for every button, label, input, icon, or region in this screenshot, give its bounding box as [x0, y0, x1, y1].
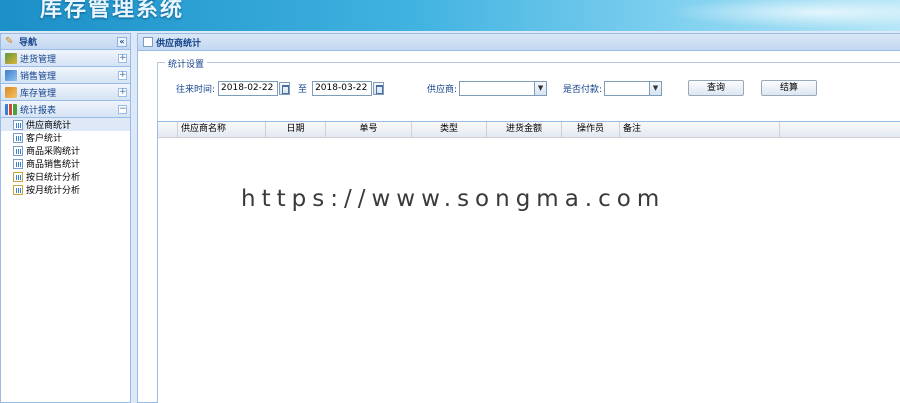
nav-item-label: 按日统计分析 — [26, 173, 81, 183]
expand-icon[interactable]: + — [118, 70, 127, 80]
app-title: 库存管理系统 — [40, 0, 185, 22]
nav-item-sales-stats[interactable]: 商品销售统计 — [1, 157, 130, 170]
header-decoration — [640, 0, 900, 31]
report-icon — [13, 145, 23, 156]
column-header[interactable]: 进货金额 — [487, 122, 562, 137]
column-header[interactable]: 日期 — [266, 122, 326, 137]
analysis-icon — [13, 171, 23, 182]
nav-item-supplier-stats[interactable]: 供应商统计 — [1, 118, 130, 131]
settle-button[interactable]: 结算 — [761, 80, 817, 96]
column-header[interactable]: 单号 — [326, 122, 412, 137]
paid-filter: 是否付款: ▼ — [563, 80, 663, 96]
nav-group-sales[interactable]: 销售管理 + — [1, 67, 130, 84]
supplier-label: 供应商: — [427, 84, 458, 95]
paid-select[interactable]: ▼ — [604, 80, 663, 96]
nav-header: ✎ 导航 « — [1, 34, 130, 50]
supplier-select[interactable]: ▼ — [459, 80, 548, 96]
calendar-icon[interactable] — [279, 81, 291, 95]
watermark-text: https://www.songma.com — [241, 186, 666, 212]
nav-item-label: 按月统计分析 — [26, 186, 81, 196]
paid-value — [605, 82, 649, 95]
to-label: 至 — [298, 84, 308, 95]
column-header[interactable]: 备注 — [620, 122, 780, 137]
analysis-icon — [13, 184, 23, 195]
date-to-field[interactable]: 2018-03-22 — [312, 80, 373, 96]
expand-icon[interactable]: + — [118, 53, 127, 63]
nav-group-label: 销售管理 — [20, 71, 57, 82]
collapse-icon[interactable]: − — [118, 104, 127, 114]
supplier-value — [460, 82, 534, 95]
nav-group-inventory[interactable]: 库存管理 + — [1, 84, 130, 101]
sales-icon — [5, 69, 17, 81]
date-range: 往来时间: 2018-02-22 至 2018-03-22 — [176, 80, 385, 96]
nav-item-daily-analysis[interactable]: 按日统计分析 — [1, 170, 130, 183]
date-from-field[interactable]: 2018-02-22 — [218, 80, 279, 96]
nav-item-monthly-analysis[interactable]: 按月统计分析 — [1, 183, 130, 196]
collapse-nav-button[interactable]: « — [117, 36, 127, 47]
chevron-down-icon[interactable]: ▼ — [534, 81, 547, 95]
column-header[interactable]: 操作员 — [562, 122, 620, 137]
report-icon — [13, 158, 23, 169]
query-button[interactable]: 查询 — [688, 80, 744, 96]
grid-header: 供应商名称 日期 单号 类型 进货金额 操作员 备注 — [158, 122, 900, 138]
column-header[interactable]: 类型 — [412, 122, 487, 137]
nav-item-customer-stats[interactable]: 客户统计 — [1, 131, 130, 144]
nav-title: 导航 — [19, 38, 38, 48]
nav-item-label: 商品销售统计 — [26, 160, 81, 170]
supplier-filter: 供应商: ▼ — [427, 80, 548, 96]
nav-item-label: 客户统计 — [26, 134, 63, 144]
purchase-icon — [5, 52, 17, 64]
pin-icon: ✎ — [5, 35, 14, 47]
nav-item-label: 供应商统计 — [26, 121, 72, 131]
tab-title: 供应商统计 — [156, 38, 202, 49]
nav-item-purchase-stats[interactable]: 商品采购统计 — [1, 144, 130, 157]
fieldset-legend: 统计设置 — [165, 57, 208, 70]
expand-icon[interactable]: + — [118, 87, 127, 97]
report-icon — [143, 37, 153, 47]
main-panel: 供应商统计 统计设置 往来时间: 2018-02-22 至 2018-03-22… — [137, 33, 900, 403]
nav-group-label: 库存管理 — [20, 88, 57, 99]
calendar-icon[interactable] — [373, 81, 385, 95]
column-header[interactable]: 供应商名称 — [178, 122, 266, 137]
nav-group-reports[interactable]: 统计报表 − — [1, 101, 130, 118]
nav-group-label: 统计报表 — [20, 105, 57, 116]
paid-label: 是否付款: — [563, 84, 603, 95]
app-header: 库存管理系统 — [0, 0, 900, 31]
report-icon — [13, 132, 23, 143]
bar-chart-icon — [5, 103, 17, 115]
date-label: 往来时间: — [176, 84, 216, 95]
chevron-down-icon[interactable]: ▼ — [649, 81, 662, 95]
report-icon — [13, 119, 23, 130]
inventory-icon — [5, 86, 17, 98]
row-number-header — [158, 122, 178, 137]
main-header: 供应商统计 — [138, 34, 900, 51]
nav-group-label: 进货管理 — [20, 54, 57, 65]
nav-group-purchase[interactable]: 进货管理 + — [1, 50, 130, 67]
nav-item-label: 商品采购统计 — [26, 147, 81, 157]
nav-panel: ✎ 导航 « 进货管理 + 销售管理 + 库存管理 + 统计报表 − 供应商统计… — [0, 33, 131, 403]
results-grid: 供应商名称 日期 单号 类型 进货金额 操作员 备注 — [157, 121, 900, 403]
